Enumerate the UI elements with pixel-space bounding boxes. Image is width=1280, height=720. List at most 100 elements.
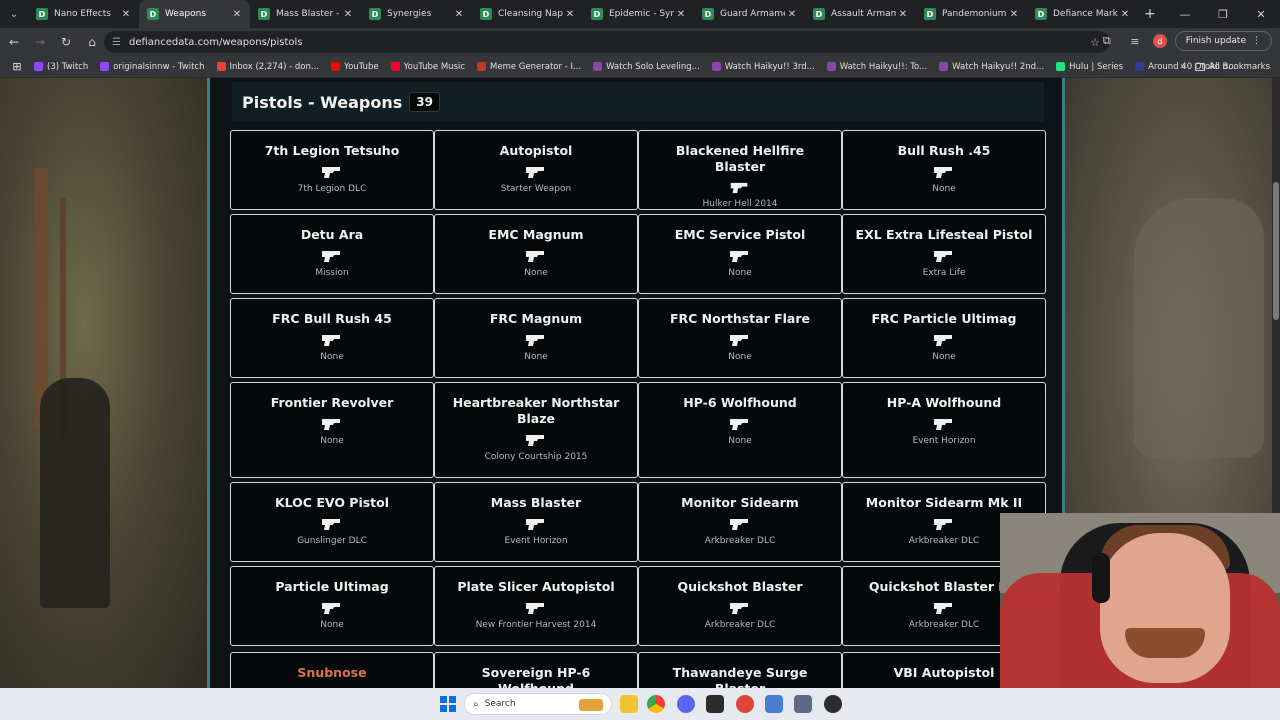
taskbar-search[interactable]: ⌕ Search (464, 693, 612, 715)
weapon-card[interactable]: Frontier Revolver None (230, 382, 434, 478)
pistol-icon (526, 435, 544, 446)
file-explorer-icon[interactable] (620, 695, 638, 713)
browser-tab[interactable]: D Epidemic - Synerg✕ (583, 0, 694, 28)
apps-grid-icon[interactable]: ⊞ (0, 60, 34, 73)
site-info-icon[interactable]: ☰ (112, 37, 121, 48)
tab-close-icon[interactable]: ✕ (230, 9, 244, 20)
tab-title: Assault Armamen (831, 9, 896, 19)
browser-tab[interactable]: D Cleansing Napalm✕ (472, 0, 583, 28)
weapon-card[interactable]: Blackened Hellfire Blaster Hulker Hell 20… (638, 130, 842, 210)
scrollbar-thumb[interactable] (1273, 182, 1279, 320)
bookmark-item[interactable]: (3) Twitch (34, 56, 88, 78)
browser-tab[interactable]: D Defiance Market✕ (1027, 0, 1138, 28)
weapon-card[interactable]: Thawandeye Surge Blaster (638, 652, 842, 688)
new-tab-button[interactable]: + (1138, 6, 1162, 22)
extensions-icon[interactable]: ⧉ (1097, 34, 1117, 48)
bookmark-label: Watch Haikyu!! 2nd... (952, 61, 1045, 72)
tab-close-icon[interactable]: ✕ (1118, 9, 1132, 20)
weapon-card[interactable]: Detu Ara Mission (230, 214, 434, 294)
forward-button[interactable]: → (28, 30, 52, 54)
weapon-name: EMC Magnum (488, 227, 584, 242)
windows-start-icon[interactable] (440, 696, 456, 712)
tab-strip: ⌄ D Nano Effects ✕ D Weapons ✕ D Mass Blaster -… (0, 0, 1280, 28)
all-bookmarks-button[interactable]: All Bookmarks (1195, 56, 1270, 78)
bookmark-label: Watch Haikyu!! 3rd... (724, 61, 815, 72)
app-icon-gray[interactable] (794, 695, 812, 713)
profile-avatar[interactable]: d (1152, 34, 1167, 48)
weapon-card[interactable]: EMC Magnum None (434, 214, 638, 294)
chrome-icon[interactable] (647, 695, 665, 713)
browser-tab[interactable]: D Pandemonium - S✕ (916, 0, 1027, 28)
tab-close-icon[interactable]: ✕ (785, 9, 799, 20)
browser-tab[interactable]: D Weapons ✕ (139, 0, 250, 28)
weapon-name: Sovereign HP-6 Wolfhound (481, 665, 591, 688)
weapon-card[interactable]: FRC Bull Rush 45 None (230, 298, 434, 378)
bookmark-label: (3) Twitch (47, 61, 89, 72)
finish-update-button[interactable]: Finish update ⋮ (1174, 31, 1272, 51)
bookmark-item[interactable]: Inbox (2,274) - don... (216, 56, 319, 78)
weapon-card[interactable]: EXL Extra Lifesteal Pistol Extra Life (842, 214, 1046, 294)
weapon-card[interactable]: Particle Ultimag None (230, 566, 434, 646)
tab-close-icon[interactable]: ✕ (896, 9, 910, 20)
bookmarks-overflow-icon[interactable]: » (1180, 61, 1186, 72)
tab-close-icon[interactable]: ✕ (674, 9, 688, 20)
weapon-card[interactable]: HP-6 Wolfhound None (638, 382, 842, 478)
bookmark-item[interactable]: Hulu | Series (1056, 56, 1123, 78)
browser-tab[interactable]: D Nano Effects ✕ (28, 0, 139, 28)
tab-close-icon[interactable]: ✕ (119, 9, 133, 20)
bookmark-item[interactable]: originalsinnw - Twitch (100, 56, 205, 78)
pistol-icon (934, 519, 952, 530)
weapon-card[interactable]: Snubnose (230, 652, 434, 688)
home-button[interactable]: ⌂ (80, 30, 104, 54)
weapon-card[interactable]: Mass Blaster Event Horizon (434, 482, 638, 562)
weapon-card[interactable]: Sovereign HP-6 Wolfhound (434, 652, 638, 688)
tab-favicon-icon: D (924, 8, 936, 20)
address-bar[interactable]: ☰ defiancedata.com/weapons/pistols ☆ (104, 31, 1110, 53)
weapon-card[interactable]: FRC Magnum None (434, 298, 638, 378)
reload-button[interactable]: ↻ (54, 30, 78, 54)
bookmark-item[interactable]: YouTube (331, 56, 379, 78)
bookmark-item[interactable]: Watch Haikyu!! 3rd... (711, 56, 815, 78)
obs-icon[interactable] (824, 695, 842, 713)
browser-tab[interactable]: D Guard Armament✕ (694, 0, 805, 28)
bookmark-list: (3) Twitch originalsinnw - Twitch Inbox (2… (34, 56, 1248, 78)
browser-tab[interactable]: D Synergies ✕ (361, 0, 472, 28)
browser-toolbar: ← → ↻ ⌂ ☰ defiancedata.com/weapons/pisto… (0, 28, 1280, 56)
weapon-card[interactable]: Heartbreaker Northstar Blaze Colony Court… (434, 382, 638, 478)
close-window-icon[interactable]: ✕ (1242, 8, 1280, 21)
weapon-card[interactable]: Autopistol Starter Weapon (434, 130, 638, 210)
app-icon-red[interactable] (736, 695, 754, 713)
pistol-icon (526, 603, 544, 614)
bookmark-item[interactable]: Meme Generator - I... (477, 56, 581, 78)
weapon-card[interactable]: 7th Legion Tetsuho 7th Legion DLC (230, 130, 434, 210)
bookmark-item[interactable]: YouTube Music (390, 56, 465, 78)
browser-tab[interactable]: D Mass Blaster - We✕ (250, 0, 361, 28)
restore-icon[interactable]: ❐ (1204, 8, 1242, 21)
weapon-card[interactable]: EMC Service Pistol None (638, 214, 842, 294)
bookmark-item[interactable]: Watch Haikyu!! 2nd... (939, 56, 1044, 78)
tab-close-icon[interactable]: ✕ (452, 9, 466, 20)
weapon-card[interactable]: Plate Slicer Autopistol New Frontier Harv… (434, 566, 638, 646)
notepad-icon[interactable] (765, 695, 783, 713)
weapon-card[interactable]: FRC Northstar Flare None (638, 298, 842, 378)
tab-close-icon[interactable]: ✕ (1007, 9, 1021, 20)
bookmark-item[interactable]: Watch Solo Leveling... (593, 56, 700, 78)
back-button[interactable]: ← (2, 30, 26, 54)
minimize-icon[interactable]: — (1166, 8, 1204, 21)
tab-close-icon[interactable]: ✕ (341, 9, 355, 20)
weapon-card[interactable]: HP-A Wolfhound Event Horizon (842, 382, 1046, 478)
media-controls-icon[interactable]: ≡ (1125, 35, 1145, 48)
pistol-icon (730, 419, 748, 430)
terminal-icon[interactable] (706, 695, 724, 713)
weapon-card[interactable]: Monitor Sidearm Arkbreaker DLC (638, 482, 842, 562)
weapon-card[interactable]: Bull Rush .45 None (842, 130, 1046, 210)
weapon-card[interactable]: KLOC EVO Pistol Gunslinger DLC (230, 482, 434, 562)
tab-close-icon[interactable]: ✕ (563, 9, 577, 20)
weapon-card[interactable]: Quickshot Blaster Arkbreaker DLC (638, 566, 842, 646)
browser-tab[interactable]: D Assault Armamen✕ (805, 0, 916, 28)
weapon-card[interactable]: FRC Particle Ultimag None (842, 298, 1046, 378)
tab-search-icon[interactable]: ⌄ (0, 0, 28, 28)
bookmark-favicon-icon (1135, 62, 1145, 71)
discord-icon[interactable] (677, 695, 695, 713)
bookmark-item[interactable]: Watch Haikyu!!: To... (826, 56, 927, 78)
